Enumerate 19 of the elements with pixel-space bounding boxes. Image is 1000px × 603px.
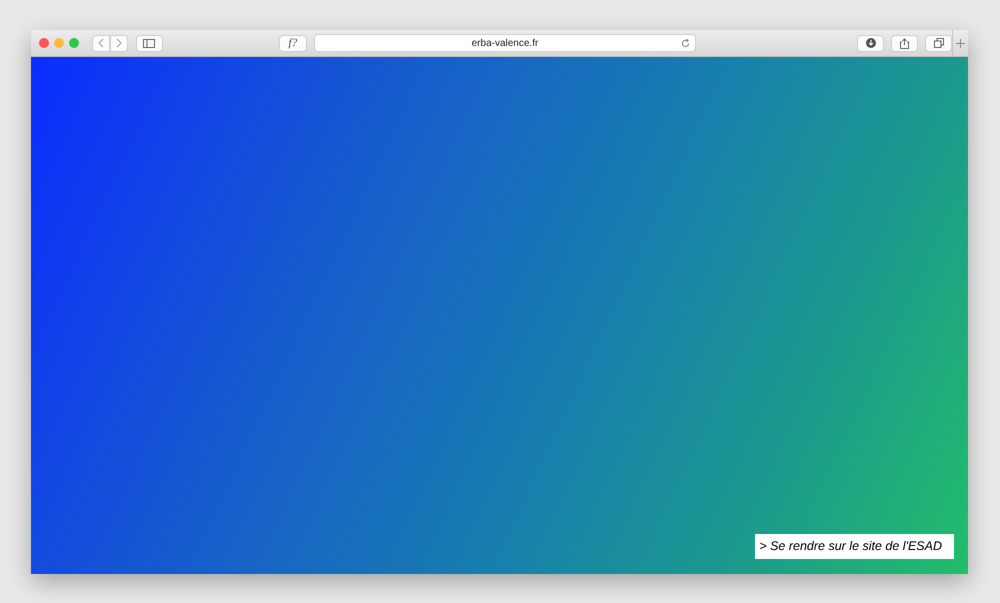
address-bar[interactable]: erba-valence.fr	[314, 34, 696, 52]
extension-button[interactable]: f?	[278, 34, 307, 52]
chevron-left-icon	[98, 38, 104, 48]
chevron-right-icon	[116, 38, 122, 48]
back-button[interactable]	[92, 34, 110, 52]
downloads-button[interactable]	[857, 34, 884, 52]
reload-icon[interactable]	[681, 39, 690, 48]
sidebar-icon	[143, 38, 156, 48]
download-icon	[866, 38, 876, 48]
plus-icon	[956, 38, 966, 48]
close-icon[interactable]	[39, 38, 49, 48]
share-button[interactable]	[891, 34, 918, 52]
tabs-icon	[934, 38, 944, 48]
esad-link[interactable]: > Se rendre sur le site de l'ESAD	[755, 534, 954, 559]
tabs-button[interactable]	[925, 34, 952, 52]
share-icon	[900, 38, 910, 48]
sidebar-button[interactable]	[136, 34, 163, 52]
zoom-icon[interactable]	[68, 38, 79, 48]
forward-button[interactable]	[110, 34, 128, 52]
